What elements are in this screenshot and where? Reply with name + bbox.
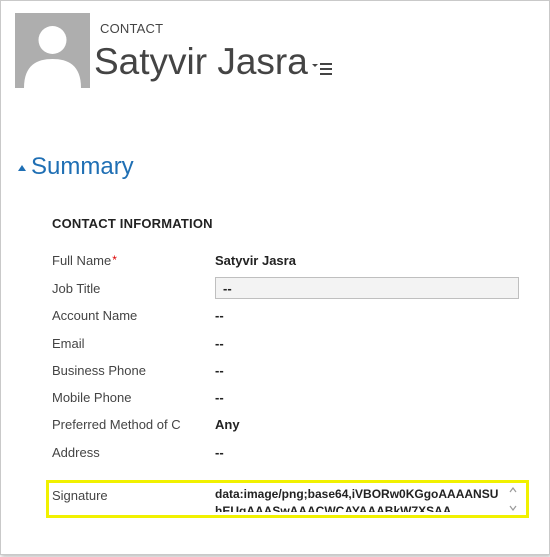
job-title-value: --: [223, 281, 232, 296]
preferred-method-value[interactable]: Any: [215, 417, 240, 432]
mobile-phone-value[interactable]: --: [215, 390, 224, 405]
record-menu-icon[interactable]: [311, 59, 333, 77]
email-value[interactable]: --: [215, 336, 224, 351]
preferred-method-label: Preferred Method of C: [52, 417, 181, 432]
business-phone-value[interactable]: --: [215, 363, 224, 378]
contact-information-heading: CONTACT INFORMATION: [52, 216, 213, 231]
mobile-phone-label: Mobile Phone: [52, 390, 132, 405]
section-title: Summary: [31, 153, 134, 180]
preferred-method-row: Preferred Method of C Any: [52, 414, 532, 436]
signature-label: Signature: [52, 488, 108, 503]
email-label: Email: [52, 336, 85, 351]
scroll-arrows-icon[interactable]: [508, 485, 518, 513]
full-name-label: Full Name*: [52, 253, 117, 268]
business-phone-row: Business Phone --: [52, 360, 532, 382]
business-phone-label: Business Phone: [52, 363, 146, 378]
address-row: Address --: [52, 442, 532, 464]
address-label: Address: [52, 445, 100, 460]
required-indicator: *: [112, 253, 117, 267]
full-name-row: Full Name* Satyvir Jasra: [52, 250, 532, 272]
account-name-label: Account Name: [52, 308, 138, 323]
record-name-title: Satyvir Jasra: [94, 41, 308, 82]
address-value[interactable]: --: [215, 445, 224, 460]
account-name-row: Account Name --: [52, 305, 532, 327]
email-row: Email --: [52, 333, 532, 355]
entity-type-label: CONTACT: [100, 21, 164, 36]
job-title-field[interactable]: --: [215, 277, 519, 299]
summary-section-header[interactable]: Summary: [18, 153, 134, 181]
contact-form-window: CONTACT Satyvir Jasra Summary CONTACT IN…: [0, 0, 550, 555]
full-name-value[interactable]: Satyvir Jasra: [215, 253, 296, 268]
mobile-phone-row: Mobile Phone --: [52, 387, 532, 409]
avatar[interactable]: [15, 13, 90, 88]
signature-field[interactable]: data:image/png;base64,iVBORw0KGgoAAAANSU…: [215, 486, 505, 512]
person-silhouette-icon: [15, 13, 90, 88]
collapse-caret-icon: [18, 165, 26, 171]
account-name-value[interactable]: --: [215, 308, 224, 323]
job-title-label: Job Title: [52, 281, 101, 296]
